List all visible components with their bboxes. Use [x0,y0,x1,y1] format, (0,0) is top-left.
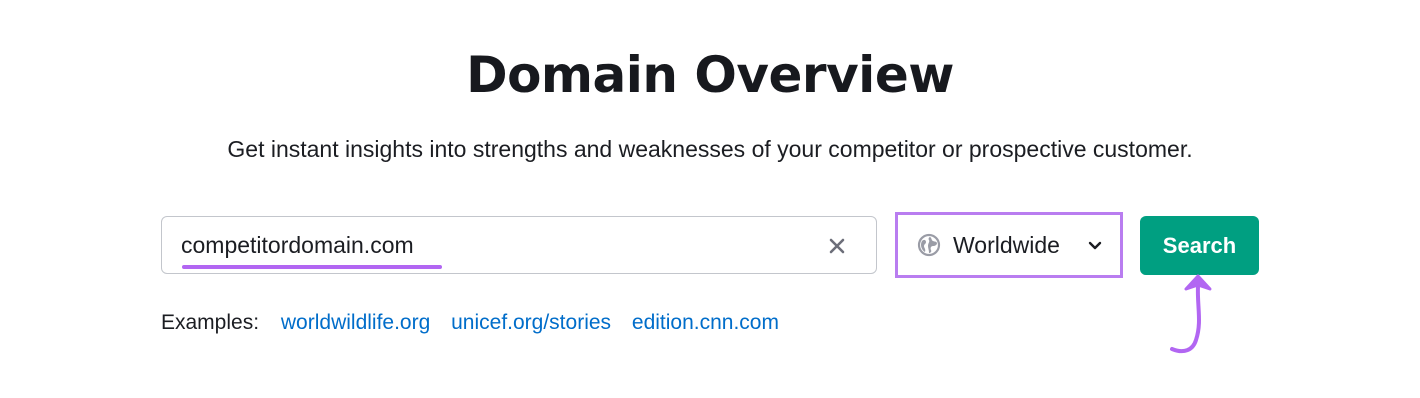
close-icon[interactable] [825,234,849,258]
region-select[interactable]: Worldwide [895,212,1123,278]
region-label: Worldwide [953,232,1060,258]
examples-row: Examples: worldwildlife.org unicef.org/s… [161,311,794,335]
chevron-down-icon [1085,235,1105,255]
search-input[interactable] [181,229,781,261]
example-link-worldwildlife[interactable]: worldwildlife.org [281,311,430,335]
arrow-up-icon [1162,262,1222,362]
example-link-unicef[interactable]: unicef.org/stories [451,311,611,335]
page-subtitle: Get instant insights into strengths and … [227,136,1193,162]
examples-label: Examples: [161,311,260,334]
page-title: Domain Overview [466,46,954,104]
globe-icon [917,233,941,257]
input-highlight-underline [182,265,442,269]
search-box[interactable] [161,216,877,274]
example-link-cnn[interactable]: edition.cnn.com [632,311,779,335]
